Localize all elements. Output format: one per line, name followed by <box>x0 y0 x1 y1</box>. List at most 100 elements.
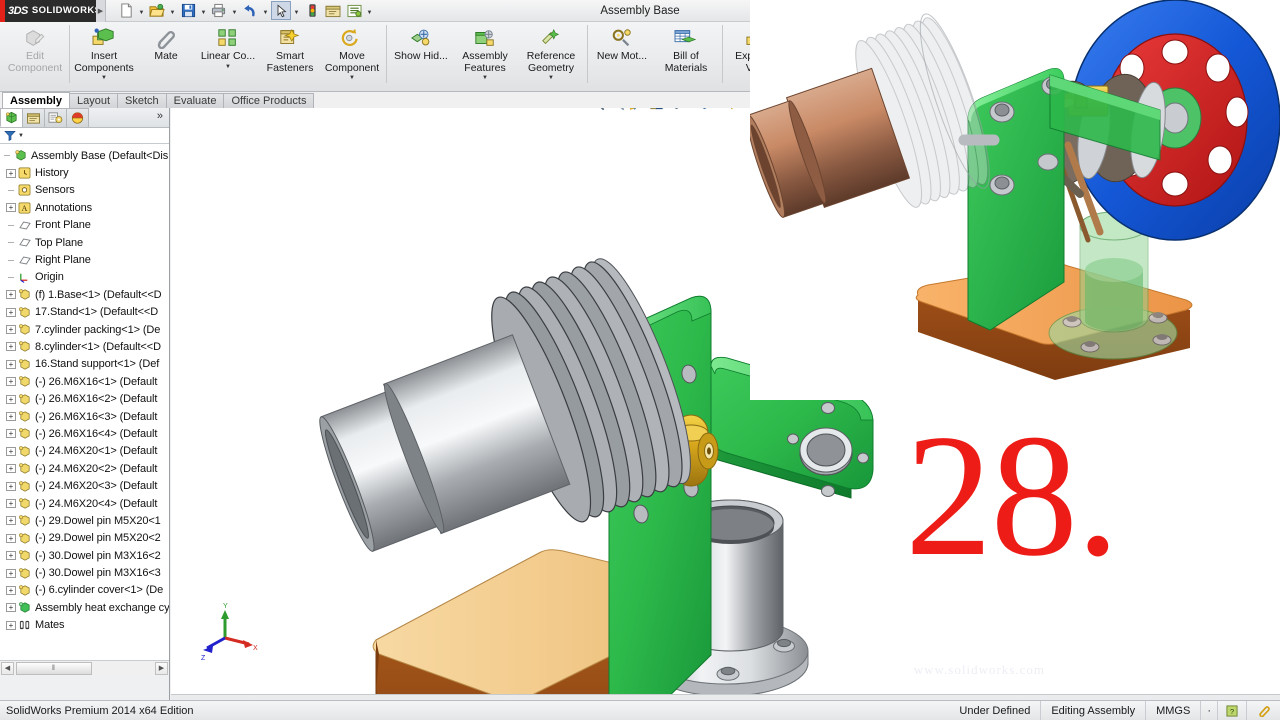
open-document-button[interactable] <box>147 1 167 20</box>
tree-item[interactable]: +16.Stand support<1> (Def <box>0 356 169 373</box>
tree-expand-toggle[interactable]: + <box>6 481 16 491</box>
linear-component-pattern-button[interactable]: Linear Co... ▼ <box>197 22 259 90</box>
show-hidden-components-button[interactable]: Show Hid... <box>390 22 452 90</box>
tree-item[interactable]: Front Plane <box>0 217 169 234</box>
rebuild-button[interactable] <box>302 1 322 20</box>
linear-pattern-caret[interactable]: ▼ <box>225 64 231 71</box>
configuration-manager-tab[interactable] <box>44 108 67 127</box>
tree-item[interactable]: Right Plane <box>0 251 169 268</box>
tree-expand-toggle[interactable]: + <box>6 359 16 369</box>
tree-expand-toggle[interactable]: + <box>6 585 16 595</box>
tree-item[interactable]: +7.cylinder packing<1> (De <box>0 321 169 338</box>
tree-item[interactable]: Top Plane <box>0 234 169 251</box>
reference-geometry-caret[interactable]: ▼ <box>548 75 554 82</box>
new-document-button[interactable] <box>116 1 136 20</box>
insert-components-button[interactable]: Insert Components ▼ <box>73 22 135 90</box>
mate-button[interactable]: Mate <box>135 22 197 90</box>
tree-expand-toggle[interactable]: + <box>6 394 16 404</box>
tree-expand-toggle[interactable]: + <box>6 603 16 613</box>
hide-show-items-button[interactable] <box>697 108 714 111</box>
display-style-button[interactable] <box>668 108 685 111</box>
scrollbar-thumb[interactable]: ‖ <box>16 661 92 675</box>
tree-item[interactable]: + (-) 30.Dowel pin M3X16<3 <box>0 564 169 581</box>
tree-item[interactable]: +8.cylinder<1> (Default<<D <box>0 338 169 355</box>
tree-item[interactable]: Origin <box>0 269 169 286</box>
tree-item[interactable]: Sensors <box>0 182 169 199</box>
filter-dropdown-caret[interactable]: ▼ <box>18 133 24 139</box>
toolbar-expander-button[interactable]: ▶ <box>96 0 106 22</box>
scroll-left-arrow[interactable]: ◀ <box>1 661 14 675</box>
tree-expand-toggle[interactable]: + <box>6 429 16 439</box>
edit-component-button[interactable]: Edit Component <box>4 22 66 90</box>
section-view-button[interactable] <box>628 108 645 111</box>
insert-components-caret[interactable]: ▼ <box>101 75 107 82</box>
scroll-right-arrow[interactable]: ▶ <box>155 661 168 675</box>
tab-assembly[interactable]: Assembly <box>2 92 70 108</box>
tree-expand-toggle[interactable]: + <box>6 342 16 352</box>
property-manager-tab[interactable] <box>22 108 45 127</box>
select-tool-dropdown[interactable]: ▼ <box>292 1 301 20</box>
status-attachment-icon[interactable] <box>1246 700 1280 720</box>
tree-item[interactable]: + (-) 24.M6X20<1> (Default <box>0 443 169 460</box>
tree-expand-toggle[interactable]: + <box>6 464 16 474</box>
apply-scene-button[interactable] <box>726 108 743 111</box>
tree-item[interactable]: + (-) 24.M6X20<4> (Default <box>0 495 169 512</box>
options-button[interactable] <box>344 1 364 20</box>
tree-item[interactable]: +17.Stand<1> (Default<<D <box>0 304 169 321</box>
tree-expand-toggle[interactable]: + <box>6 325 16 335</box>
tree-expand-toggle[interactable]: + <box>6 620 16 630</box>
tree-item[interactable]: + (-) 26.M6X16<1> (Default <box>0 373 169 390</box>
print-document-dropdown[interactable]: ▼ <box>230 1 239 20</box>
assembly-features-caret[interactable]: ▼ <box>482 75 488 82</box>
tree-expand-toggle[interactable]: + <box>6 307 16 317</box>
tree-expand-toggle[interactable]: + <box>6 568 16 578</box>
tree-item[interactable]: + Mates <box>0 617 169 634</box>
bill-of-materials-button[interactable]: Bill of Materials <box>653 22 719 90</box>
tree-expand-toggle[interactable]: + <box>6 203 16 213</box>
tree-expand-toggle[interactable]: + <box>6 516 16 526</box>
tree-item[interactable]: + History <box>0 164 169 181</box>
new-document-dropdown[interactable]: ▼ <box>137 1 146 20</box>
tree-item[interactable]: + A Annotations <box>0 199 169 216</box>
smart-fasteners-button[interactable]: Smart Fasteners <box>259 22 321 90</box>
tree-expand-toggle[interactable]: + <box>6 533 16 543</box>
move-component-button[interactable]: Move Component ▼ <box>321 22 383 90</box>
move-component-caret[interactable]: ▼ <box>349 75 355 82</box>
feature-tree[interactable]: Assembly Base (Default<Dis + History Sensor… <box>0 144 169 660</box>
tree-item[interactable]: Assembly Base (Default<Dis <box>0 147 169 164</box>
options-dropdown[interactable]: ▼ <box>365 1 374 20</box>
tree-expand-toggle[interactable]: + <box>6 377 16 387</box>
feature-manager-design-tree-tab[interactable] <box>0 108 23 127</box>
view-orientation-button[interactable] <box>648 108 665 111</box>
zoom-to-fit-button[interactable] <box>588 108 605 111</box>
tree-item[interactable]: + (f) 1.Base<1> (Default<<D <box>0 286 169 303</box>
undo-button[interactable] <box>240 1 260 20</box>
open-document-dropdown[interactable]: ▼ <box>168 1 177 20</box>
select-tool-button[interactable] <box>271 1 291 20</box>
tree-expand-toggle[interactable]: + <box>6 551 16 561</box>
feature-manager-filter-bar[interactable]: ▼ <box>0 128 169 144</box>
tree-expand-toggle[interactable]: + <box>6 499 16 508</box>
tree-item[interactable]: + (-) 6.cylinder cover<1> (De <box>0 582 169 599</box>
tree-item[interactable]: + (-) 24.M6X20<2> (Default <box>0 460 169 477</box>
tab-evaluate[interactable]: Evaluate <box>165 93 225 108</box>
display-manager-tab[interactable] <box>66 108 89 127</box>
tree-item[interactable]: + (-) 30.Dowel pin M3X16<2 <box>0 547 169 564</box>
tab-sketch[interactable]: Sketch <box>117 93 167 108</box>
save-document-dropdown[interactable]: ▼ <box>199 1 208 20</box>
tree-item[interactable]: + (-) 26.M6X16<3> (Default <box>0 408 169 425</box>
feature-manager-more-button[interactable]: » <box>157 110 163 122</box>
status-units-icon[interactable]: ? <box>1217 700 1246 720</box>
tree-expand-toggle[interactable]: + <box>6 290 16 300</box>
tree-item[interactable]: + (-) 26.M6X16<4> (Default <box>0 425 169 442</box>
file-properties-button[interactable] <box>323 1 343 20</box>
tree-item[interactable]: + (-) 24.M6X20<3> (Default <box>0 477 169 494</box>
tree-item[interactable]: + (-) 29.Dowel pin M5X20<1 <box>0 512 169 529</box>
tree-expand-toggle[interactable]: + <box>6 168 16 178</box>
status-units[interactable]: MMGS <box>1145 700 1200 720</box>
zoom-to-area-button[interactable] <box>608 108 625 111</box>
status-units-caret[interactable]: · <box>1200 700 1217 720</box>
reference-geometry-button[interactable]: Reference Geometry ▼ <box>518 22 584 90</box>
tab-layout[interactable]: Layout <box>68 93 119 108</box>
tree-item[interactable]: + (-) 26.M6X16<2> (Default <box>0 390 169 407</box>
